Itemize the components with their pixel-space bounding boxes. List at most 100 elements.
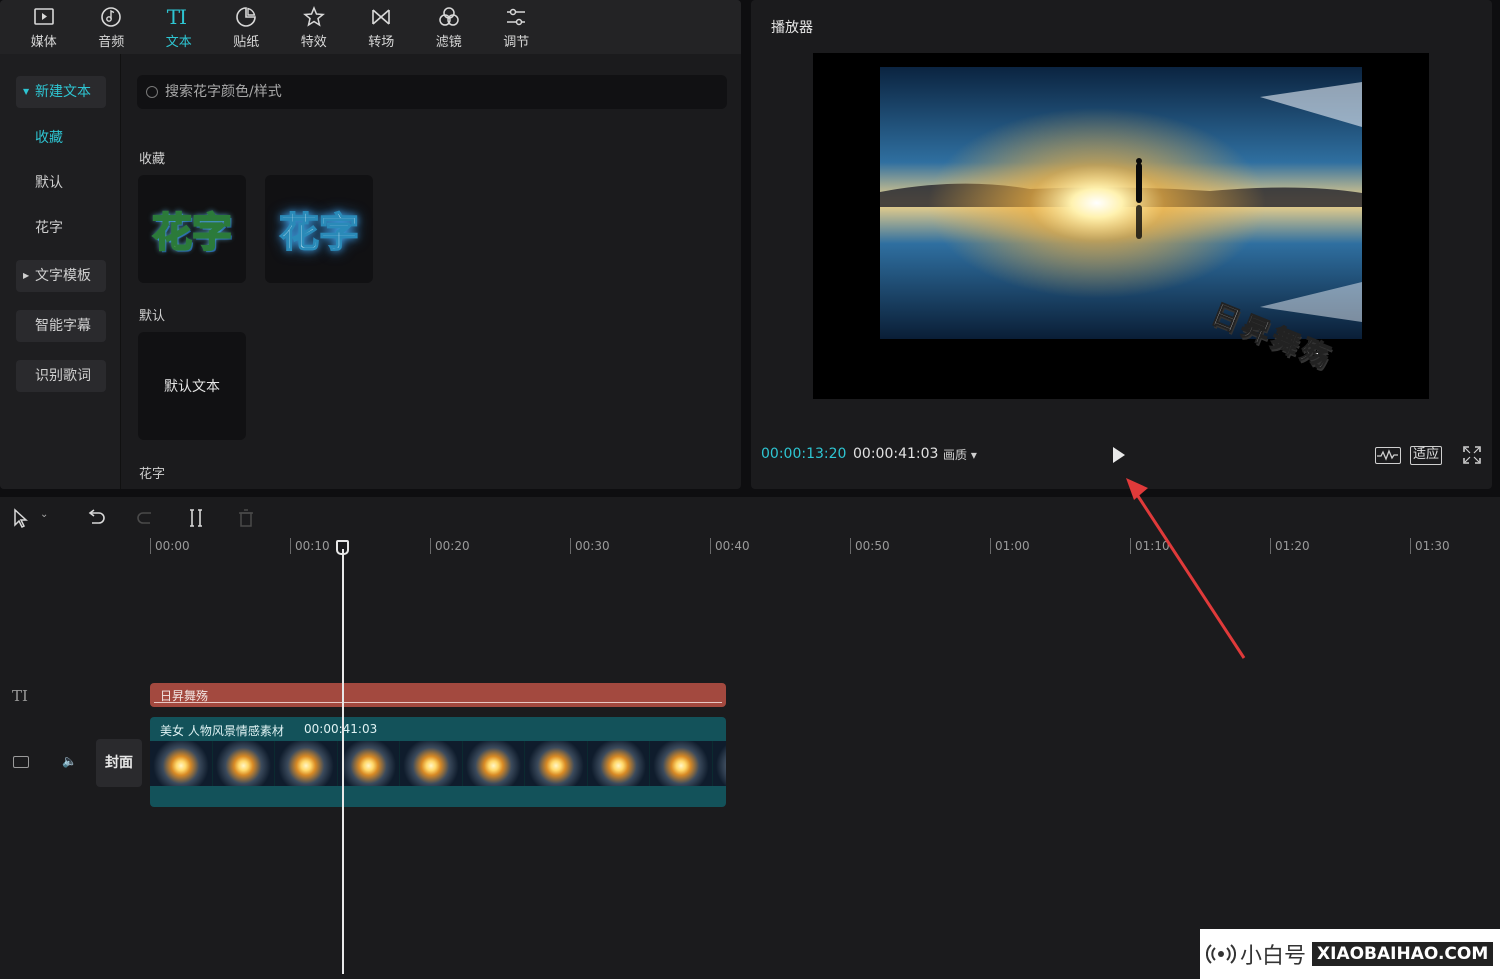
broadcast-icon (1206, 944, 1236, 964)
waveform-icon (1377, 449, 1398, 461)
search-input[interactable]: 搜索花字颜色/样式 (137, 75, 727, 109)
player-panel: 播放器 日昇舞殇 00:00:13:20 00:00:41:03 画质 ▾ 适应 (751, 0, 1492, 489)
current-time: 00:00:13:20 (761, 446, 847, 462)
tab-media[interactable]: 媒体 (10, 0, 78, 54)
adjust-icon (507, 8, 526, 25)
chevron-down-icon: ▾ (970, 448, 977, 462)
thumbnail (400, 741, 463, 786)
ruler-tick: 00:20 (430, 538, 470, 554)
side-item-favorites[interactable]: 收藏 (16, 122, 106, 154)
timeline-toolbar: ⌄ (0, 497, 1500, 537)
ruler-tick: 01:00 (990, 538, 1030, 554)
text-side-menu: ▼ 新建文本 收藏 默认 花字 ▶ 文字模板 智能字幕 识别歌词 (0, 54, 121, 489)
effects-icon (302, 5, 325, 27)
side-item-lyrics[interactable]: 识别歌词 (16, 360, 106, 392)
thumbnail (712, 741, 726, 786)
undo-icon[interactable] (85, 507, 107, 529)
side-item-label: 默认 (35, 175, 63, 191)
thumbnail (650, 741, 713, 786)
tab-adjust[interactable]: 调节 (483, 0, 551, 54)
volume-icon[interactable]: 🔈 (62, 754, 77, 768)
section-favorites: 收藏 (139, 152, 166, 167)
media-icon (33, 7, 54, 25)
ruler-tick: 00:10 (290, 538, 330, 554)
annotation-arrow-icon (1126, 478, 1246, 659)
tab-text[interactable]: TI 文本 (145, 0, 213, 54)
ruler-tick: 01:30 (1410, 538, 1450, 554)
video-clip-duration: 00:00:41:03 (304, 722, 378, 736)
tab-media-label: 媒体 (30, 34, 57, 50)
thumbnail (587, 741, 650, 786)
thumbnail-strip (150, 741, 726, 786)
quality-label: 画质 (943, 448, 968, 462)
video-viewer[interactable]: 日昇舞殇 (813, 53, 1429, 399)
tab-filter-label: 滤镜 (435, 34, 462, 50)
tab-audio[interactable]: 音频 (78, 0, 146, 54)
select-cursor-icon[interactable] (10, 507, 32, 529)
search-placeholder: 搜索花字颜色/样式 (165, 84, 282, 100)
tab-sticker-label: 贴纸 (233, 34, 260, 50)
expand-caret-icon: ▼ (23, 87, 30, 96)
fit-ratio-button[interactable]: 适应 (1410, 446, 1442, 465)
watermark-logo: 小白号 XIAOBAIHAO.COM (1200, 929, 1500, 979)
quality-dropdown[interactable]: 画质 ▾ (943, 446, 977, 463)
delete-icon[interactable] (235, 507, 257, 529)
thumbnail (525, 741, 588, 786)
timeline-panel: ⌄ 00:00 00:10 00:20 00:30 00:40 00:50 01… (0, 497, 1500, 979)
ruler-tick: 00:40 (710, 538, 750, 554)
default-text-label: 默认文本 (164, 379, 220, 395)
audio-icon (101, 6, 122, 27)
fullscreen-icon[interactable] (1463, 446, 1481, 464)
favorite-style-tile[interactable]: 花字 (138, 175, 246, 283)
split-icon[interactable] (185, 507, 207, 529)
ruler-tick: 00:00 (150, 538, 190, 554)
watermark-cn: 小白号 (1240, 944, 1307, 969)
text-track-icon: TI (12, 687, 28, 705)
waveform-toggle-button[interactable] (1375, 447, 1401, 464)
text-icon: TI (166, 4, 187, 29)
side-item-label: 识别歌词 (35, 368, 91, 384)
ruler-tick: 00:50 (850, 538, 890, 554)
video-frame (880, 67, 1362, 339)
playhead-line[interactable] (342, 549, 344, 974)
text-style-content: 搜索花字颜色/样式 收藏 花字 花字 默认 默认文本 花字 (122, 54, 741, 489)
side-item-label: 文字模板 (35, 268, 91, 284)
tab-transition[interactable]: 转场 (348, 0, 416, 54)
player-title: 播放器 (771, 20, 813, 36)
tab-adjust-label: 调节 (503, 34, 530, 50)
collapse-caret-icon: ▶ (23, 271, 30, 280)
side-item-default[interactable]: 默认 (16, 167, 106, 199)
resource-panel: 媒体 音频 TI 文本 贴纸 特效 转场 滤镜 调节 ▼ 新建文本 收藏 默认 … (0, 0, 741, 489)
ruler-tick: 00:30 (570, 538, 610, 554)
search-icon (146, 86, 158, 98)
tab-filter[interactable]: 滤镜 (415, 0, 483, 54)
video-clip[interactable]: 美女 人物风景情感素材 00:00:41:03 (150, 717, 726, 807)
ruler-tick: 01:20 (1270, 538, 1310, 554)
huazi-preview: 花字 (151, 209, 233, 257)
sticker-icon (236, 6, 257, 27)
side-item-text-template[interactable]: ▶ 文字模板 (16, 260, 106, 292)
side-item-label: 智能字幕 (35, 318, 91, 334)
tab-effects-label: 特效 (300, 34, 327, 50)
side-item-label: 花字 (35, 220, 63, 236)
play-button[interactable] (1113, 447, 1125, 463)
thumbnail (337, 741, 400, 786)
side-item-label: 收藏 (35, 130, 63, 146)
favorite-style-tile[interactable]: 花字 (265, 175, 373, 283)
default-text-tile[interactable]: 默认文本 (138, 332, 246, 440)
redo-icon[interactable] (135, 507, 157, 529)
time-ruler[interactable]: 00:00 00:10 00:20 00:30 00:40 00:50 01:0… (150, 537, 1500, 559)
thumbnail (150, 741, 213, 786)
tab-sticker[interactable]: 贴纸 (213, 0, 281, 54)
tab-effects[interactable]: 特效 (280, 0, 348, 54)
side-item-new-text[interactable]: ▼ 新建文本 (16, 76, 106, 108)
total-time: 00:00:41:03 (853, 446, 939, 462)
section-default: 默认 (139, 309, 166, 324)
text-clip-bar (154, 702, 722, 703)
video-clip-label: 美女 人物风景情感素材 (160, 724, 284, 738)
side-item-huazi[interactable]: 花字 (16, 212, 106, 244)
chevron-down-icon[interactable]: ⌄ (40, 509, 62, 531)
text-clip[interactable]: 日昇舞殇 (150, 683, 726, 707)
cover-button[interactable]: 封面 (96, 739, 142, 787)
side-item-smart-subtitle[interactable]: 智能字幕 (16, 310, 106, 342)
